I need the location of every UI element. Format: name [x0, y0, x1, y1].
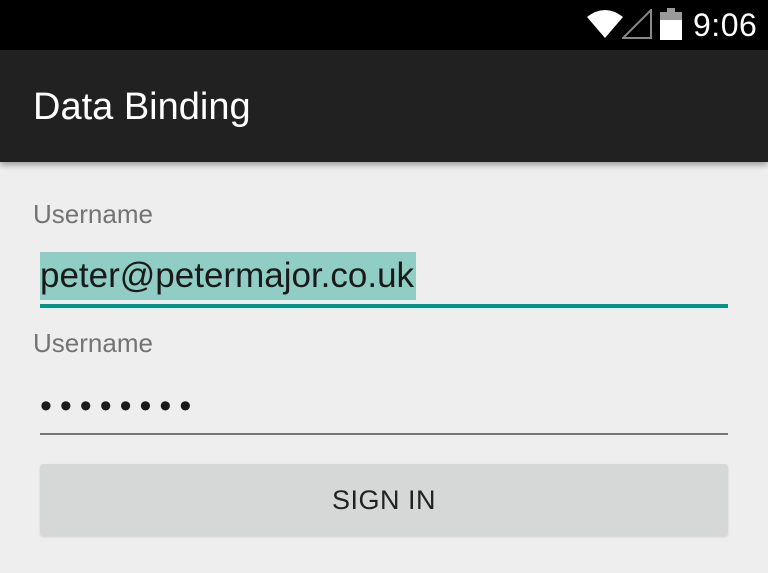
- password-label: Username: [33, 328, 153, 358]
- password-underline: [40, 433, 728, 435]
- battery-icon: [660, 8, 682, 40]
- cell-signal-icon: [622, 9, 652, 39]
- status-time: 9:06: [693, 7, 758, 43]
- app-screen: 9:06 Data Binding Username peter@peterma…: [0, 0, 768, 573]
- username-label: Username: [33, 199, 153, 229]
- password-field[interactable]: ••••••••: [40, 380, 728, 437]
- username-value[interactable]: peter@petermajor.co.uk: [40, 252, 417, 300]
- sign-in-button[interactable]: SIGN IN: [40, 464, 728, 536]
- username-underline: [40, 304, 728, 308]
- password-value[interactable]: ••••••••: [40, 384, 199, 428]
- username-field[interactable]: peter@petermajor.co.uk: [40, 246, 728, 310]
- status-bar: 9:06: [0, 0, 768, 50]
- wifi-icon: [587, 10, 623, 38]
- page-title: Data Binding: [33, 86, 251, 128]
